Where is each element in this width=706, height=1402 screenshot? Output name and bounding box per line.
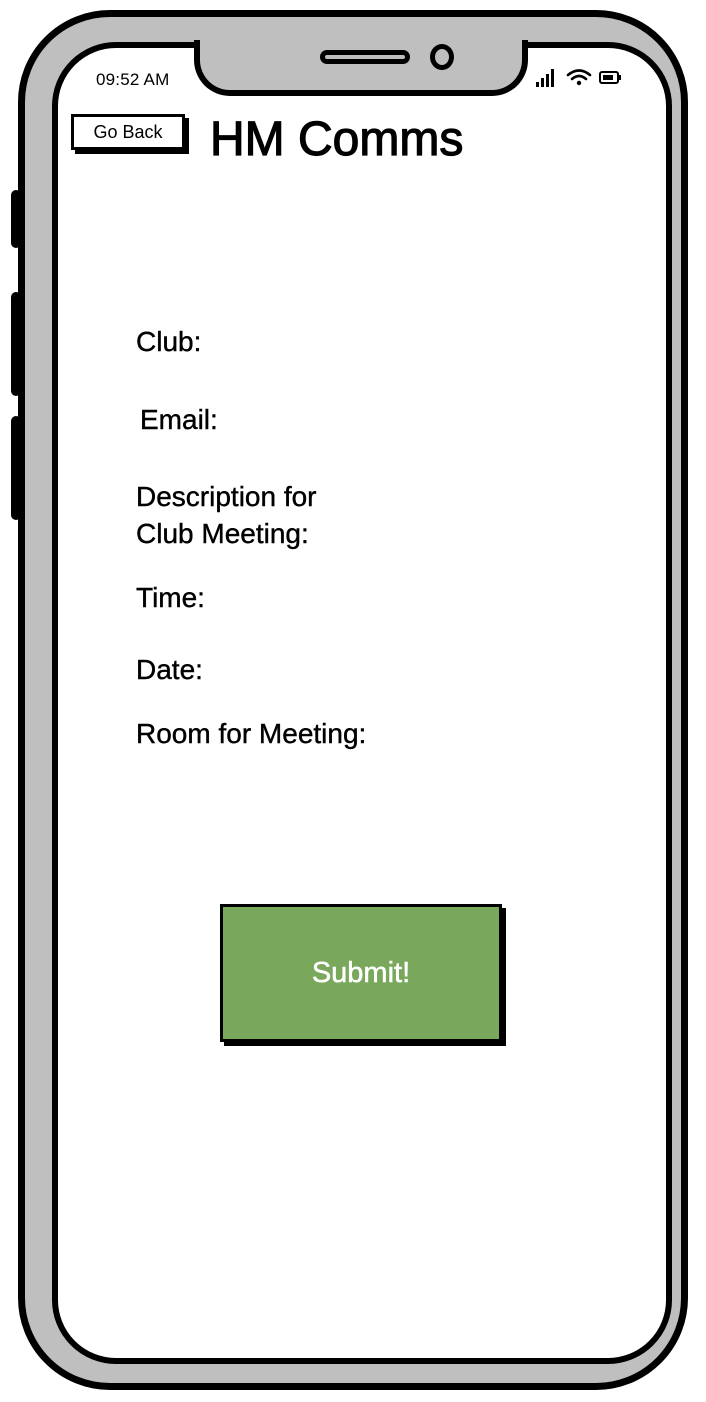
camera-icon xyxy=(430,44,454,70)
time-label: Time: xyxy=(136,582,205,613)
phone-volume-down-button xyxy=(11,416,21,520)
description-label-line2: Club Meeting: xyxy=(136,518,309,549)
page-title: HM Comms xyxy=(209,112,464,166)
phone-side-button xyxy=(11,190,21,248)
date-label: Date: xyxy=(136,654,203,685)
go-back-button[interactable]: Go Back xyxy=(71,114,185,150)
room-label: Room for Meeting: xyxy=(136,718,367,749)
speaker-icon xyxy=(320,50,410,64)
status-icons xyxy=(536,66,626,88)
submit-button[interactable]: Submit! xyxy=(220,904,502,1042)
email-label: Email: xyxy=(140,404,218,435)
description-label: Description for Club Meeting: xyxy=(136,478,436,552)
club-label: Club: xyxy=(136,326,202,357)
description-label-line1: Description for xyxy=(136,481,317,512)
signal-icon xyxy=(536,69,554,87)
phone-volume-up-button xyxy=(11,292,21,396)
phone-screen xyxy=(52,42,672,1364)
status-time: 09:52 AM xyxy=(96,70,170,89)
phone-notch xyxy=(194,40,528,96)
wifi-icon xyxy=(566,69,592,86)
battery-icon xyxy=(599,71,621,84)
